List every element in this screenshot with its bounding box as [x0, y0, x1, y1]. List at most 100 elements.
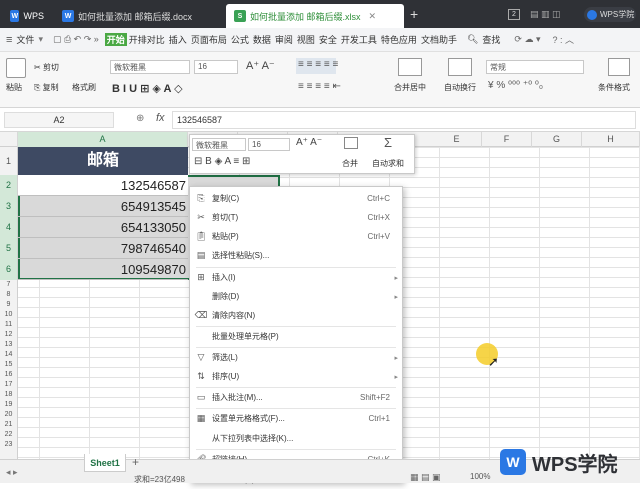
- chevron-down-icon[interactable]: ▾: [36, 34, 45, 45]
- mini-merge-button[interactable]: 合并: [342, 158, 358, 169]
- horizontal-align-icons[interactable]: ≡ ≡ ≡ ≡ ⇤: [298, 81, 341, 92]
- ctx-paste-special[interactable]: ▤ 选择性粘贴(S)...: [190, 246, 402, 265]
- row-header-22[interactable]: 22: [0, 430, 17, 440]
- row-header-6[interactable]: 6: [0, 259, 18, 280]
- row-header-3[interactable]: 3: [0, 196, 18, 217]
- paste-button[interactable]: 粘贴: [6, 82, 22, 93]
- font-style-icons[interactable]: B I U ⊞ ◈ A ◇: [112, 82, 183, 95]
- row-header-20[interactable]: 20: [0, 410, 17, 420]
- column-header-g[interactable]: G: [532, 132, 582, 147]
- menu-home[interactable]: 开始: [104, 33, 127, 46]
- autosum-icon[interactable]: Σ: [384, 135, 392, 150]
- row-header-18[interactable]: 18: [0, 390, 17, 400]
- add-sheet-button[interactable]: +: [132, 455, 139, 469]
- menu-search[interactable]: 查找: [480, 33, 502, 46]
- menu-developer[interactable]: 开发工具: [339, 33, 379, 46]
- help-icons[interactable]: ? : ︿: [550, 33, 576, 46]
- row-header-9[interactable]: 9: [0, 300, 17, 310]
- row-header-15[interactable]: 15: [0, 360, 17, 370]
- row-header-19[interactable]: 19: [0, 400, 17, 410]
- name-box[interactable]: A2: [4, 112, 114, 128]
- font-name-select[interactable]: 微软雅黑: [110, 60, 190, 74]
- mini-font-grow-icons[interactable]: A⁺ A⁻: [296, 137, 322, 148]
- column-header-a[interactable]: A: [18, 132, 188, 147]
- zoom-level[interactable]: 100%: [470, 472, 490, 481]
- mini-autosum-button[interactable]: 自动求和: [372, 158, 404, 169]
- ctx-insert-comment[interactable]: ▭ 插入批注(M)... Shift+F2: [190, 388, 402, 407]
- ctx-clear[interactable]: ⌫ 清除内容(N): [190, 306, 402, 325]
- quick-access-icons[interactable]: ▢ ⎙ ↶ ↷ »: [51, 34, 101, 45]
- merge-icon[interactable]: [398, 58, 422, 76]
- column-header-h[interactable]: H: [582, 132, 640, 147]
- wrap-icon[interactable]: [448, 58, 472, 76]
- row-header-12[interactable]: 12: [0, 330, 17, 340]
- menu-view[interactable]: 视图: [295, 33, 317, 46]
- ctx-pick-from-list[interactable]: 从下拉列表中选择(K)...: [190, 429, 402, 448]
- column-header-e[interactable]: E: [432, 132, 482, 147]
- merge-center-button[interactable]: 合并居中: [394, 82, 426, 93]
- menu-features[interactable]: 特色应用: [379, 33, 419, 46]
- menu-security[interactable]: 安全: [317, 33, 339, 46]
- sheet-nav-icons[interactable]: ◂ ▸: [6, 467, 18, 478]
- close-tab-icon[interactable]: ✕: [369, 11, 377, 22]
- cell-a1-header[interactable]: 邮箱: [18, 147, 188, 175]
- tab-xlsx[interactable]: S 如何批量添加 邮箱后缀.xlsx ✕: [226, 4, 404, 28]
- ctx-format-cells[interactable]: ▦ 设置单元格格式(F)... Ctrl+1: [190, 409, 402, 428]
- ctx-batch[interactable]: 批量处理单元格(P): [190, 327, 402, 346]
- conditional-format-icon[interactable]: [608, 58, 630, 76]
- layout-icons[interactable]: ▤ ▥ ◫: [530, 9, 561, 20]
- hamburger-icon[interactable]: ≡: [4, 34, 14, 46]
- row-header-11[interactable]: 11: [0, 320, 17, 330]
- cloud-sync-icons[interactable]: ⟳ ☁ ▾: [512, 34, 542, 45]
- ctx-filter[interactable]: ▽ 筛选(L) ▸: [190, 348, 402, 367]
- row-header-2[interactable]: 2: [0, 175, 18, 196]
- cell-a2[interactable]: 132546587: [18, 175, 188, 196]
- ctx-delete[interactable]: 删除(D) ▸: [190, 287, 402, 306]
- menu-compare[interactable]: 开排对比: [127, 33, 167, 46]
- mini-format-icons[interactable]: ⊟ B ◈ A ≡ ⊞: [194, 156, 250, 167]
- number-format-select[interactable]: 常规: [486, 60, 584, 74]
- copy-button[interactable]: ⎘ 复制: [34, 82, 59, 93]
- row-header-rest[interactable]: 7 8 9 10 11 12 13 14 15 16 17 18 19 20 2…: [0, 280, 18, 459]
- row-header-1[interactable]: 1: [0, 147, 18, 175]
- row-header-23[interactable]: 23: [0, 440, 17, 450]
- row-header-16[interactable]: 16: [0, 370, 17, 380]
- mini-font-size[interactable]: 16: [248, 138, 290, 151]
- row-header-8[interactable]: 8: [0, 290, 17, 300]
- wrap-text-button[interactable]: 自动换行: [444, 82, 476, 93]
- menu-formulas[interactable]: 公式: [229, 33, 251, 46]
- ctx-insert[interactable]: ⊞ 插入(I) ▸: [190, 268, 402, 287]
- number-format-icons[interactable]: ¥ % ⁰⁰⁰ ⁺⁰ ⁰₀: [488, 80, 543, 91]
- zoom-fit-icon[interactable]: ⊕: [136, 113, 144, 124]
- search-icon[interactable]: 🔍︎: [465, 34, 480, 45]
- row-header-4[interactable]: 4: [0, 217, 18, 238]
- cell-a4[interactable]: 654133050: [18, 217, 188, 238]
- fx-icon[interactable]: fx: [156, 112, 165, 124]
- ctx-cut[interactable]: ✂ 剪切(T) Ctrl+X: [190, 208, 402, 227]
- row-header-13[interactable]: 13: [0, 340, 17, 350]
- view-mode-icons[interactable]: ▦ ▤ ▣: [410, 472, 441, 483]
- column-header-f[interactable]: F: [482, 132, 532, 147]
- ctx-paste[interactable]: 📋︎ 粘贴(P) Ctrl+V: [190, 227, 402, 246]
- select-all-corner[interactable]: [0, 132, 18, 147]
- cut-button[interactable]: ✂ 剪切: [34, 62, 59, 73]
- account-button[interactable]: WPS学院: [584, 7, 636, 22]
- row-header-14[interactable]: 14: [0, 350, 17, 360]
- mini-font-name[interactable]: 微软雅黑: [192, 138, 246, 151]
- row-header-17[interactable]: 17: [0, 380, 17, 390]
- mini-merge-icon[interactable]: [344, 137, 358, 149]
- font-grow-shrink-icons[interactable]: A⁺ A⁻: [246, 59, 275, 72]
- menu-file[interactable]: 文件: [14, 33, 36, 46]
- new-tab-button[interactable]: +: [410, 6, 418, 22]
- menu-data[interactable]: 数据: [251, 33, 273, 46]
- tab-docx[interactable]: W 如何批量添加 邮箱后缀.docx: [54, 4, 224, 28]
- row-header-7[interactable]: 7: [0, 280, 17, 290]
- window-count-badge[interactable]: 2: [508, 9, 520, 20]
- row-header-21[interactable]: 21: [0, 420, 17, 430]
- cell-a6[interactable]: 109549870: [18, 259, 188, 280]
- cell-a5[interactable]: 798746540: [18, 238, 188, 259]
- menu-page-layout[interactable]: 页面布局: [189, 33, 229, 46]
- cell-a3[interactable]: 654913545: [18, 196, 188, 217]
- font-size-select[interactable]: 16: [194, 60, 238, 74]
- ctx-copy[interactable]: ⎘ 复制(C) Ctrl+C: [190, 189, 402, 208]
